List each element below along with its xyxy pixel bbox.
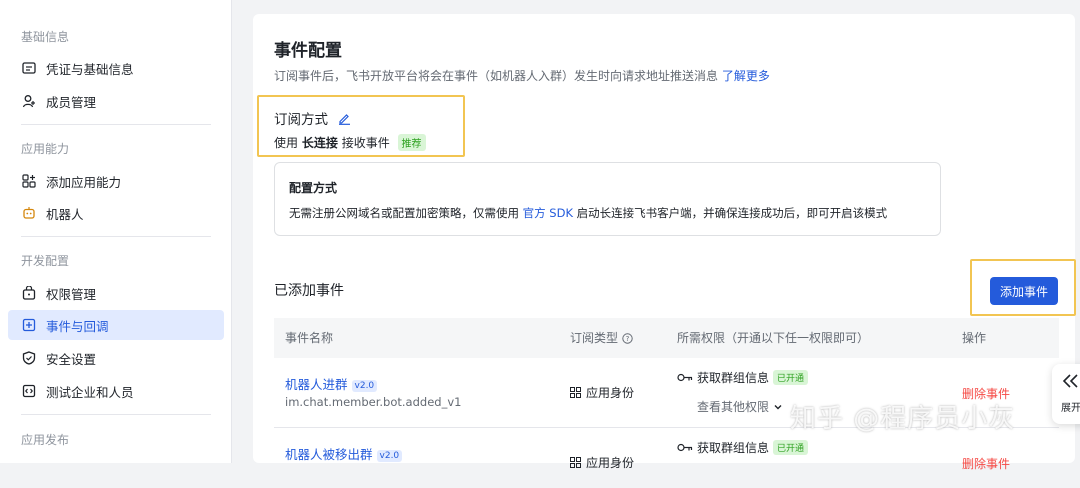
add-capability-icon: [22, 174, 36, 188]
view-other-permissions-label: 查看其他权限: [697, 400, 770, 414]
robot-icon: [22, 206, 36, 220]
sidebar-divider: [21, 124, 211, 125]
description-text: 订阅事件后，飞书开放平台将会在事件（如机器人入群）发生时向请求地址推送消息: [274, 69, 719, 83]
add-event-button[interactable]: 添加事件: [990, 277, 1058, 305]
sidebar-item-label: 凭证与基础信息: [46, 61, 134, 77]
sidebar-item-credentials[interactable]: 凭证与基础信息: [8, 53, 224, 83]
sidebar-divider: [21, 414, 211, 415]
edit-icon[interactable]: [338, 112, 351, 125]
page-description: 订阅事件后，飞书开放平台将会在事件（如机器人入群）发生时向请求地址推送消息 了解…: [274, 67, 770, 84]
event-code: im.chat.member.bot.added_v1: [285, 395, 462, 409]
subscription-mode: 使用 长连接 接收事件 推荐: [274, 134, 426, 151]
help-icon[interactable]: ?: [622, 332, 633, 344]
sidebar-item-permissions[interactable]: 权限管理: [8, 278, 224, 308]
event-icon: [22, 318, 36, 332]
sidebar-divider: [21, 236, 211, 237]
sdk-link[interactable]: 官方 SDK: [523, 206, 573, 220]
subscription-suffix: 接收事件: [341, 136, 390, 150]
key-icon: [677, 443, 693, 452]
subscription-label-row: 订阅方式: [274, 108, 351, 128]
event-name-link[interactable]: 机器人进群: [285, 377, 348, 392]
member-add-icon: [22, 94, 36, 108]
subscription-type-cell: 应用身份: [570, 384, 634, 401]
permission-name: 获取群组信息: [697, 371, 770, 385]
header-permissions: 所需权限（开通以下任一权限即可）: [677, 331, 870, 345]
permission-name: 获取群组信息: [697, 441, 770, 455]
main-panel: 事件配置 订阅事件后，飞书开放平台将会在事件（如机器人入群）发生时向请求地址推送…: [253, 14, 1076, 471]
svg-text:?: ?: [626, 335, 630, 343]
section-title-release: 应用发布: [21, 433, 70, 447]
event-name-cell: 机器人被移出群 v2.0: [285, 444, 403, 463]
subscription-type-label: 应用身份: [586, 386, 635, 400]
section-title-basic-info: 基础信息: [21, 30, 70, 44]
recommended-badge: 推荐: [397, 134, 426, 151]
event-name-cell: 机器人进群 v2.0: [285, 374, 378, 393]
sidebar-item-label: 事件与回调: [46, 318, 109, 334]
page-title: 事件配置: [274, 41, 342, 61]
double-chevron-left-icon: [1062, 374, 1080, 388]
sidebar-item-label: 添加应用能力: [46, 174, 122, 190]
subscription-label: 订阅方式: [274, 112, 328, 128]
sidebar-item-label: 成员管理: [46, 94, 97, 110]
shield-icon: [22, 351, 36, 365]
event-name-link[interactable]: 机器人被移出群: [285, 447, 373, 462]
permission-cell: 获取群组信息 已开通: [677, 439, 809, 456]
config-method-box: 配置方式 无需注册公网域名或配置加密策略，仅需使用 官方 SDK 启动长连接飞书…: [274, 162, 941, 236]
sidebar-item-robot[interactable]: 机器人: [8, 198, 224, 228]
credential-icon: [22, 61, 36, 75]
sidebar-item-security[interactable]: 安全设置: [8, 343, 224, 373]
config-text-before: 无需注册公网域名或配置加密策略，仅需使用: [289, 206, 519, 220]
section-title-capabilities: 应用能力: [21, 142, 70, 156]
sidebar-item-test-users[interactable]: 测试企业和人员: [8, 376, 224, 406]
sidebar-item-label: 权限管理: [46, 286, 97, 302]
permission-cell: 获取群组信息 已开通: [677, 369, 809, 386]
view-other-permissions[interactable]: 查看其他权限: [697, 398, 783, 415]
delete-event-button[interactable]: 删除事件: [962, 455, 1010, 472]
permission-status-badge: 已开通: [773, 440, 809, 455]
watermark: 知乎 @程序员小灰: [790, 404, 1016, 434]
added-events-title: 已添加事件: [274, 283, 344, 299]
learn-more-link[interactable]: 了解更多: [722, 69, 770, 83]
permission-status-badge: 已开通: [773, 370, 809, 385]
chevron-down-icon: [773, 402, 783, 412]
sidebar-item-events-callbacks[interactable]: 事件与回调: [8, 310, 224, 340]
config-title: 配置方式: [289, 181, 338, 195]
version-badge: v2.0: [351, 380, 378, 392]
header-subscription-type: 订阅类型 ?: [570, 318, 633, 358]
sidebar-item-label: 机器人: [46, 206, 84, 222]
sidebar-item-members[interactable]: 成员管理: [8, 86, 224, 116]
subscription-mode-name: 长连接: [301, 136, 338, 150]
app-identity-icon: [570, 387, 581, 398]
test-icon: [22, 384, 36, 398]
sidebar-item-add-capability[interactable]: 添加应用能力: [8, 166, 224, 196]
config-text: 无需注册公网域名或配置加密策略，仅需使用 官方 SDK 启动长连接飞书客户端，并…: [289, 205, 887, 221]
sidebar-item-label: 测试企业和人员: [46, 384, 134, 400]
subscription-prefix: 使用: [274, 136, 299, 150]
sidebar: 基础信息 凭证与基础信息 成员管理 应用能力 添加应用能力 机器人 开发配置 权…: [0, 0, 232, 463]
key-icon: [677, 373, 693, 382]
table-row: 机器人被移出群 v2.0 应用身份 获取群组信息 已开通 删除事件: [274, 428, 1059, 488]
config-text-after: 启动长连接飞书客户端，并确保连接成功后，即可开启该模式: [576, 206, 888, 220]
section-title-dev-config: 开发配置: [21, 254, 70, 268]
header-event-name: 事件名称: [285, 331, 334, 345]
header-actions: 操作: [962, 331, 987, 345]
expand-label: 展开: [1061, 403, 1080, 414]
sidebar-item-label: 安全设置: [46, 351, 97, 367]
header-type-label: 订阅类型: [570, 331, 619, 345]
expand-panel-button[interactable]: 展开: [1052, 364, 1080, 424]
table-header: 事件名称 订阅类型 ? 所需权限（开通以下任一权限即可） 操作: [274, 318, 1059, 358]
version-badge: v2.0: [376, 450, 403, 462]
permission-icon: [22, 286, 36, 300]
